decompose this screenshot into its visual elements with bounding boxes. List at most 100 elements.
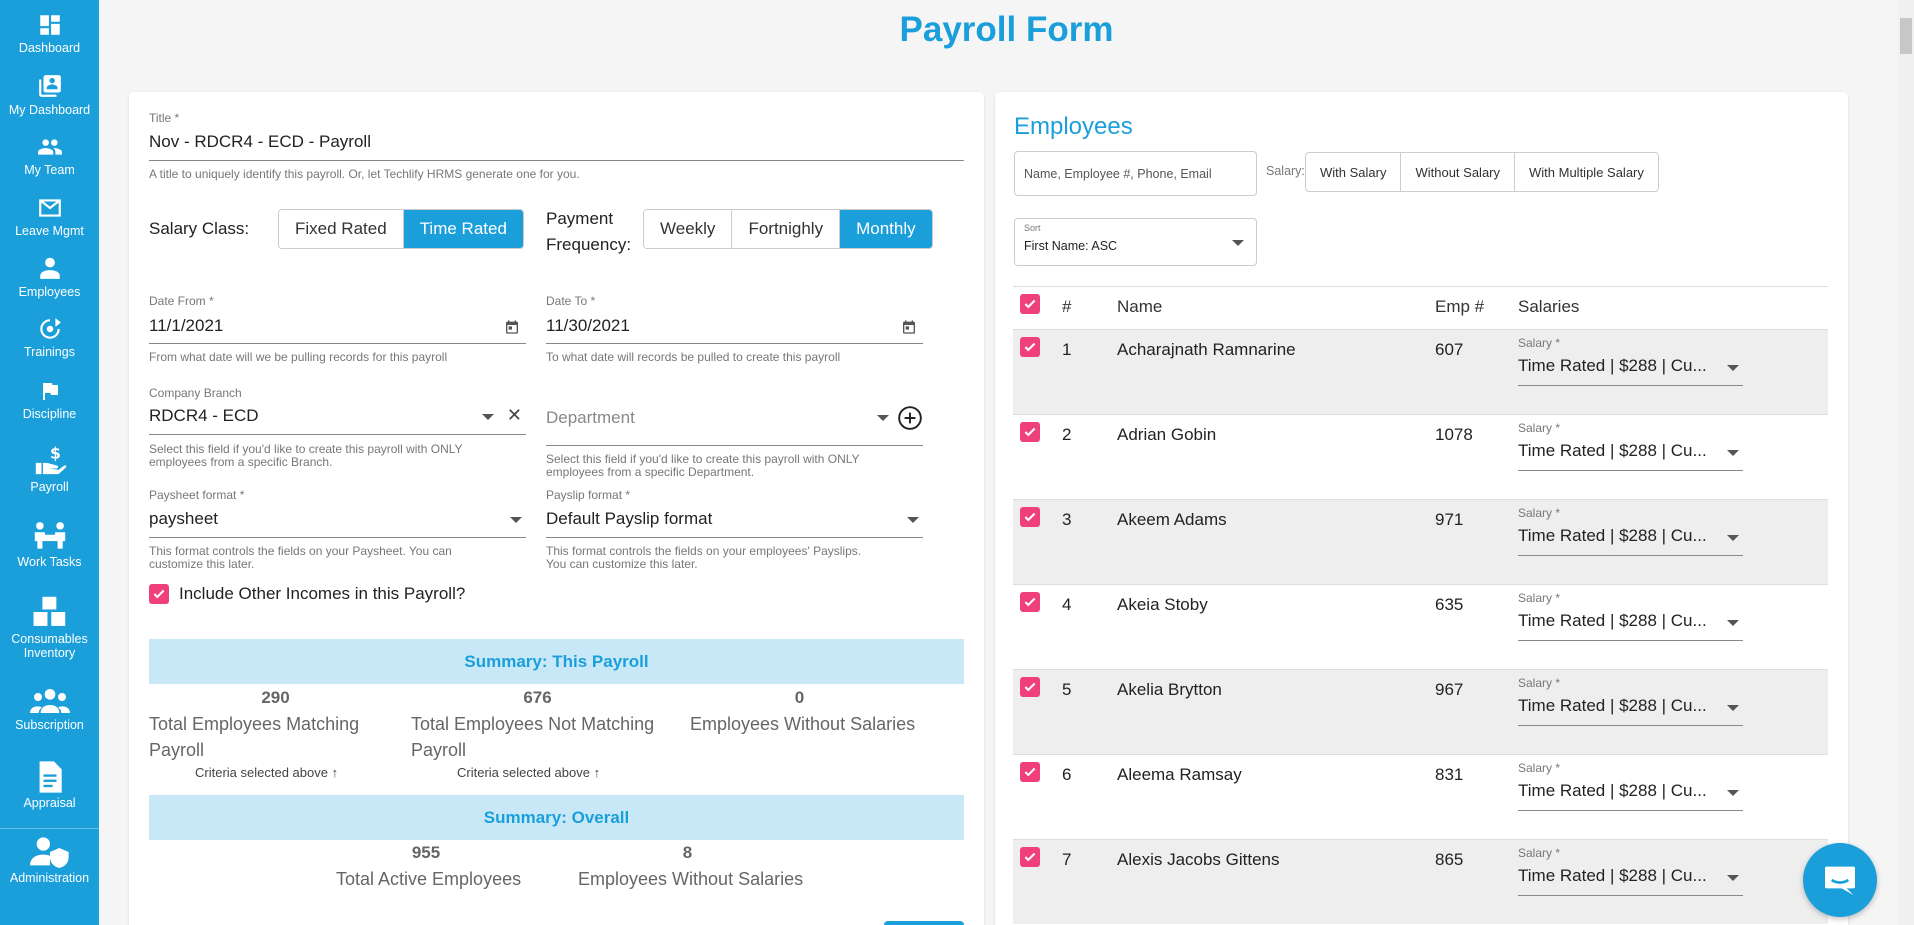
salary-field-label: Salary * xyxy=(1518,761,1561,775)
salary-select[interactable]: Time Rated | $288 | Cu... xyxy=(1518,526,1743,556)
salary-value: Time Rated | $288 | Cu... xyxy=(1518,781,1707,800)
salary-field-label: Salary * xyxy=(1518,506,1561,520)
table-top-divider xyxy=(1013,286,1828,287)
salary-select[interactable]: Time Rated | $288 | Cu... xyxy=(1518,356,1743,386)
salary-class-label: Salary Class: xyxy=(149,219,250,238)
overall-without-count: 8 xyxy=(682,843,693,862)
row-checkbox[interactable] xyxy=(1020,677,1040,697)
row-checkbox[interactable] xyxy=(1020,592,1040,612)
chevron-down-icon xyxy=(1727,535,1739,541)
table-row[interactable]: 7 Alexis Jacobs Gittens 865 Salary * Time Ra… xyxy=(1013,839,1828,924)
department-select[interactable]: Department xyxy=(546,406,923,446)
submit-button[interactable] xyxy=(884,921,964,925)
not-matching-criteria: Criteria selected above ↑ xyxy=(457,765,600,780)
weekly-button[interactable]: Weekly xyxy=(644,210,733,248)
employee-name: Akeia Stoby xyxy=(1117,595,1208,614)
fortnightly-button[interactable]: Fortnighly xyxy=(732,210,841,248)
sidebar-item-subscription[interactable]: Subscription xyxy=(0,687,99,732)
chevron-down-icon xyxy=(1727,365,1739,371)
row-checkbox[interactable] xyxy=(1020,422,1040,442)
employee-search-input[interactable]: Name, Employee #, Phone, Email xyxy=(1014,151,1257,196)
page-title: Payroll Form xyxy=(899,10,1114,49)
company-branch-select[interactable]: RDCR4 - ECD ✕ xyxy=(149,405,526,435)
salary-select[interactable]: Time Rated | $288 | Cu... xyxy=(1518,441,1743,471)
row-number: 2 xyxy=(1062,425,1072,444)
salary-filter-label: Salary: xyxy=(1266,164,1305,178)
chat-button[interactable] xyxy=(1803,843,1877,917)
select-all-checkbox[interactable] xyxy=(1020,294,1040,314)
date-to-input[interactable]: 11/30/2021 xyxy=(546,316,923,344)
department-helper: Select this field if you'd like to creat… xyxy=(546,453,923,479)
row-checkbox[interactable] xyxy=(1020,337,1040,357)
row-checkbox[interactable] xyxy=(1020,507,1040,527)
with-salary-button[interactable]: With Salary xyxy=(1306,153,1402,191)
calendar-icon[interactable] xyxy=(901,319,917,335)
fixed-rated-button[interactable]: Fixed Rated xyxy=(279,210,404,248)
without-salary-button[interactable]: Without Salary xyxy=(1401,153,1516,191)
sidebar-item-discipline[interactable]: Discipline xyxy=(0,378,99,421)
sidebar-item-label: Payroll xyxy=(30,480,69,494)
paysheet-format-select[interactable]: paysheet xyxy=(149,509,526,538)
time-rated-button[interactable]: Time Rated xyxy=(403,210,523,248)
sidebar-item-trainings[interactable]: Trainings xyxy=(0,316,99,359)
sidebar-item-consumables-inventory[interactable]: Consumables Inventory xyxy=(0,595,99,660)
employee-number: 635 xyxy=(1435,595,1464,614)
with-multiple-salary-button[interactable]: With Multiple Salary xyxy=(1515,153,1658,191)
company-branch-label: Company Branch xyxy=(149,386,242,400)
table-row[interactable]: 1 Acharajnath Ramnarine 607 Salary * Time Ra… xyxy=(1013,329,1828,414)
sidebar-item-administration[interactable]: Administration xyxy=(0,836,99,885)
sidebar-item-payroll[interactable]: $ Payroll xyxy=(0,443,99,494)
add-circle-icon[interactable] xyxy=(897,405,923,431)
salary-select[interactable]: Time Rated | $288 | Cu... xyxy=(1518,611,1743,641)
sort-select[interactable]: Sort First Name: ASC xyxy=(1014,218,1257,266)
sidebar-item-work-tasks[interactable]: Work Tasks xyxy=(0,520,99,569)
sidebar-item-label: Leave Mgmt xyxy=(15,224,84,238)
overall-without-label: Employees Without Salaries xyxy=(578,869,804,889)
title-input[interactable]: Nov - RDCR4 - ECD - Payroll xyxy=(149,132,964,161)
employee-number: 1078 xyxy=(1435,425,1473,444)
sidebar-item-appraisal[interactable]: Appraisal xyxy=(0,761,99,810)
arrow-up-icon: ↑ xyxy=(593,765,601,780)
table-row[interactable]: 6 Aleema Ramsay 831 Salary * Time Rated | $2… xyxy=(1013,754,1828,839)
sidebar-item-label: Consumables Inventory xyxy=(11,632,88,660)
sidebar-item-label: Discipline xyxy=(22,407,77,421)
salary-select[interactable]: Time Rated | $288 | Cu... xyxy=(1518,866,1743,896)
page-scrollbar[interactable] xyxy=(1898,0,1914,925)
include-other-incomes-checkbox[interactable] xyxy=(149,584,169,604)
row-number: 3 xyxy=(1062,510,1072,529)
monthly-button[interactable]: Monthly xyxy=(840,210,932,248)
date-from-helper: From what date will we be pulling record… xyxy=(149,350,448,364)
table-row[interactable]: 3 Akeem Adams 971 Salary * Time Rated | $288… xyxy=(1013,499,1828,584)
table-row[interactable]: 4 Akeia Stoby 635 Salary * Time Rated | $288… xyxy=(1013,584,1828,669)
sidebar-item-employees[interactable]: Employees xyxy=(0,254,99,299)
sidebar-item-leave-mgmt[interactable]: Leave Mgmt xyxy=(0,195,99,238)
table-row[interactable]: 2 Adrian Gobin 1078 Salary * Time Rated | $2… xyxy=(1013,414,1828,499)
row-checkbox[interactable] xyxy=(1020,847,1040,867)
payment-frequency-label: Payment Frequency: xyxy=(546,206,631,258)
employee-icon xyxy=(39,257,60,279)
flag-icon xyxy=(42,383,58,400)
chevron-down-icon xyxy=(877,415,889,421)
column-header-emp-number: Emp # xyxy=(1435,297,1485,316)
row-checkbox[interactable] xyxy=(1020,762,1040,782)
sidebar-item-dashboard[interactable]: Dashboard xyxy=(0,12,99,55)
calendar-icon[interactable] xyxy=(504,319,520,335)
sidebar-item-my-team[interactable]: My Team xyxy=(0,134,99,177)
close-icon[interactable]: ✕ xyxy=(507,405,522,426)
sidebar-item-my-dashboard[interactable]: My Dashboard xyxy=(0,72,99,117)
row-number: 7 xyxy=(1062,850,1072,869)
scrollbar-thumb[interactable] xyxy=(1900,18,1912,54)
sidebar-item-label: My Team xyxy=(24,163,75,177)
column-header-salaries: Salaries xyxy=(1518,297,1580,316)
payslip-format-label: Payslip format * xyxy=(546,488,631,502)
salary-select[interactable]: Time Rated | $288 | Cu... xyxy=(1518,696,1743,726)
date-from-input[interactable]: 11/1/2021 xyxy=(149,316,526,344)
payslip-format-select[interactable]: Default Payslip format xyxy=(546,509,923,538)
matching-criteria: Criteria selected above ↑ xyxy=(195,765,338,780)
title-helper: A title to uniquely identify this payrol… xyxy=(149,167,580,181)
my-dashboard-icon xyxy=(38,75,61,97)
table-row[interactable]: 5 Akelia Brytton 967 Salary * Time Rated | $… xyxy=(1013,669,1828,754)
employee-name: Akelia Brytton xyxy=(1117,680,1222,699)
salary-select[interactable]: Time Rated | $288 | Cu... xyxy=(1518,781,1743,811)
payslip-format-helper-line2: You can customize this later. xyxy=(546,557,698,571)
